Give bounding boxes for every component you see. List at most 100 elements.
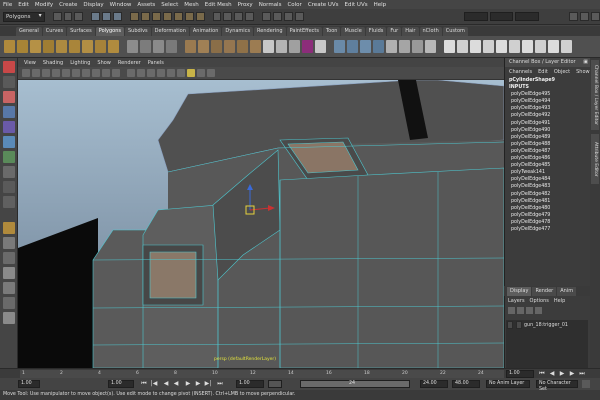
scale-tool-icon[interactable] bbox=[3, 136, 15, 148]
layer-row[interactable]: gun_18:trigger_01 bbox=[506, 320, 588, 330]
last-tool-icon[interactable] bbox=[3, 196, 15, 208]
menu-mesh[interactable]: Mesh bbox=[184, 2, 198, 8]
input-node[interactable]: polyDelEdge487 bbox=[509, 148, 590, 155]
smooth-icon[interactable] bbox=[166, 40, 177, 53]
layer-visibility-toggle[interactable] bbox=[507, 321, 513, 329]
new-empty-layer-icon[interactable] bbox=[526, 306, 533, 314]
menu-set-select[interactable]: Polygons bbox=[3, 11, 45, 22]
input-node[interactable]: polyDelEdge482 bbox=[509, 191, 590, 198]
conform-icon[interactable] bbox=[425, 40, 436, 53]
input-node[interactable]: polyDelEdge488 bbox=[509, 141, 590, 148]
checker-1-icon[interactable] bbox=[444, 40, 455, 53]
input-node[interactable]: polyDelEdge479 bbox=[509, 212, 590, 219]
tab-polygons[interactable]: Polygons bbox=[95, 27, 124, 36]
layout-hypershade-icon[interactable] bbox=[3, 282, 15, 294]
bookmarks-icon[interactable] bbox=[42, 69, 50, 77]
poly-plane-icon[interactable] bbox=[56, 40, 67, 53]
wireframe-on-shaded-icon[interactable] bbox=[147, 69, 155, 77]
select-component-icon[interactable] bbox=[113, 12, 123, 21]
time-slider-track[interactable] bbox=[20, 370, 504, 378]
tab-fur[interactable]: Fur bbox=[387, 27, 402, 36]
reverse-normals-icon[interactable] bbox=[412, 40, 423, 53]
step-back-icon[interactable]: ◀ bbox=[548, 370, 556, 378]
harden-edge-icon[interactable] bbox=[315, 40, 326, 53]
move-layer-down-icon[interactable] bbox=[517, 306, 524, 314]
poly-sphere-icon[interactable] bbox=[4, 40, 15, 53]
xray-joints-icon[interactable] bbox=[207, 69, 215, 77]
input-node[interactable]: polyDelEdge493 bbox=[509, 105, 590, 112]
camera-attributes-icon[interactable] bbox=[32, 69, 40, 77]
transform-z-field[interactable] bbox=[515, 12, 540, 21]
checker-7-icon[interactable] bbox=[522, 40, 533, 53]
cb-menu-edit[interactable]: Edit bbox=[538, 69, 548, 75]
show-hide-tool-settings-icon[interactable] bbox=[580, 12, 590, 21]
input-node[interactable]: polyDelEdge480 bbox=[509, 205, 590, 212]
viewport-menu-lighting[interactable]: Lighting bbox=[70, 60, 90, 66]
layer-menu-help[interactable]: Help bbox=[554, 298, 565, 304]
side-tab-channel-box[interactable]: Channel Box / Layer Editor bbox=[591, 60, 599, 130]
viewport-menu-show[interactable]: Show bbox=[97, 60, 111, 66]
animation-end-field[interactable]: 48.00 bbox=[452, 380, 480, 388]
layer-menu-layers[interactable]: Layers bbox=[508, 298, 525, 304]
input-node[interactable]: polyDelEdge495 bbox=[509, 91, 590, 98]
select-surfaces-icon[interactable] bbox=[162, 12, 172, 21]
automatic-map-icon[interactable] bbox=[373, 40, 384, 53]
safe-action-icon[interactable] bbox=[112, 69, 120, 77]
bridge-icon[interactable] bbox=[198, 40, 209, 53]
menu-display[interactable]: Display bbox=[83, 2, 103, 8]
delete-edge-icon[interactable] bbox=[289, 40, 300, 53]
input-node[interactable]: polyDelEdge492 bbox=[509, 112, 590, 119]
range-start-field[interactable]: 1.00 bbox=[236, 380, 264, 388]
fast-forward-icon[interactable]: ⏭ bbox=[216, 380, 224, 388]
tab-animation[interactable]: Animation bbox=[189, 27, 222, 36]
select-handles-icon[interactable] bbox=[130, 12, 140, 21]
offset-edge-loop-icon[interactable] bbox=[250, 40, 261, 53]
poly-pipe-icon[interactable] bbox=[95, 40, 106, 53]
poly-prism-icon[interactable] bbox=[82, 40, 93, 53]
checker-6-icon[interactable] bbox=[509, 40, 520, 53]
tab-display-layers[interactable]: Display bbox=[507, 287, 532, 296]
menu-edit-uvs[interactable]: Edit UVs bbox=[345, 2, 368, 8]
new-scene-icon[interactable] bbox=[52, 12, 62, 21]
cb-menu-object[interactable]: Object bbox=[554, 69, 570, 75]
menu-create-uvs[interactable]: Create UVs bbox=[308, 2, 339, 8]
playback-start-field[interactable]: 1.00 bbox=[108, 380, 134, 388]
select-object-icon[interactable] bbox=[102, 12, 112, 21]
select-hierarchy-icon[interactable] bbox=[91, 12, 101, 21]
prev-key-icon[interactable]: |◀ bbox=[150, 380, 158, 388]
spherical-map-icon[interactable] bbox=[360, 40, 371, 53]
menu-modify[interactable]: Modify bbox=[35, 2, 53, 8]
layout-persp-graph-icon[interactable] bbox=[3, 267, 15, 279]
layer-display-type-toggle[interactable] bbox=[516, 321, 522, 329]
move-tool-icon[interactable] bbox=[3, 106, 15, 118]
isolate-select-icon[interactable] bbox=[187, 69, 195, 77]
lights-icon[interactable] bbox=[167, 69, 175, 77]
soft-mod-icon[interactable] bbox=[3, 166, 15, 178]
play-backward-icon[interactable]: ◀ bbox=[172, 380, 180, 388]
poly-helix-icon[interactable] bbox=[108, 40, 119, 53]
animation-start-field[interactable]: 1.00 bbox=[18, 380, 40, 388]
new-layer-selected-icon[interactable] bbox=[535, 306, 542, 314]
transform-x-field[interactable] bbox=[463, 12, 488, 21]
input-node[interactable]: polyDelEdge490 bbox=[509, 127, 590, 134]
grid-icon[interactable] bbox=[62, 69, 70, 77]
menu-proxy[interactable]: Proxy bbox=[238, 2, 253, 8]
film-gate-icon[interactable] bbox=[72, 69, 80, 77]
select-deformations-icon[interactable] bbox=[173, 12, 183, 21]
tab-ncloth[interactable]: nCloth bbox=[419, 27, 442, 36]
select-rendering-icon[interactable] bbox=[195, 12, 205, 21]
next-key-icon[interactable]: ▶| bbox=[204, 380, 212, 388]
paint-select-icon[interactable] bbox=[3, 91, 15, 103]
uv-editor-icon[interactable] bbox=[386, 40, 397, 53]
input-node[interactable]: polyDelEdge491 bbox=[509, 120, 590, 127]
cb-menu-show[interactable]: Show bbox=[576, 69, 590, 75]
viewport-menu-view[interactable]: View bbox=[24, 60, 36, 66]
input-node[interactable]: polyDelEdge483 bbox=[509, 183, 590, 190]
split-polygon-icon[interactable] bbox=[224, 40, 235, 53]
range-start-handle[interactable] bbox=[268, 380, 282, 388]
resolution-gate-icon[interactable] bbox=[82, 69, 90, 77]
side-tab-attribute-editor[interactable]: Attribute Editor bbox=[591, 134, 599, 184]
viewport-menu-renderer[interactable]: Renderer bbox=[118, 60, 141, 66]
save-scene-icon[interactable] bbox=[74, 12, 84, 21]
cb-menu-channels[interactable]: Channels bbox=[509, 69, 532, 75]
